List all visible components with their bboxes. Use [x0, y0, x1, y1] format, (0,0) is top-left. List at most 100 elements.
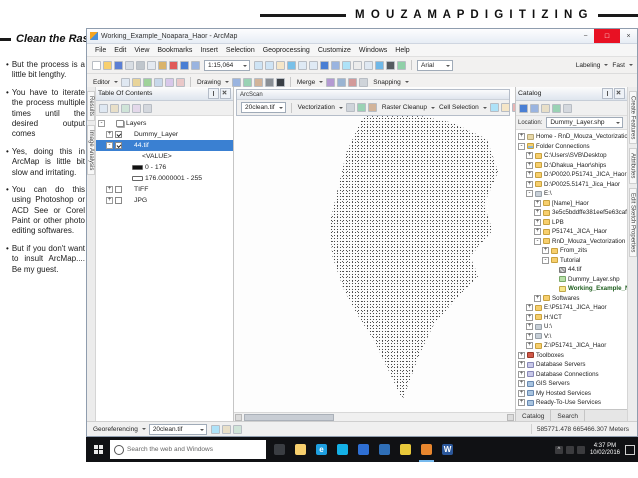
catalog-tree-item[interactable]: + V:\: [516, 332, 627, 342]
catalog-tree-item[interactable]: - RnD_Mouza_Vectorization: [516, 237, 627, 247]
save-icon[interactable]: [114, 60, 123, 70]
link-table-icon[interactable]: [221, 424, 231, 434]
print-icon[interactable]: [125, 60, 134, 70]
up-one-level-icon[interactable]: [541, 103, 550, 113]
toc-tree-item[interactable]: + TIFF: [96, 184, 233, 195]
redo-icon[interactable]: [191, 60, 200, 70]
arcmap-icon[interactable]: [416, 437, 437, 462]
catalog-tree-item[interactable]: + P51741_JICA_Haor: [516, 227, 627, 237]
layer-visibility-checkbox[interactable]: [115, 186, 122, 193]
vectorization-menu[interactable]: Vectorization: [295, 102, 344, 114]
store-icon[interactable]: [332, 437, 353, 462]
catalog-location-combo[interactable]: Dummy_Layer.shp: [546, 117, 623, 128]
expand-toggle[interactable]: -: [534, 237, 541, 245]
polygon-icon[interactable]: [242, 77, 252, 87]
word-icon[interactable]: W: [437, 437, 458, 462]
map-canvas[interactable]: ArcScan 20clean.tif Vectorization Raster…: [234, 87, 515, 422]
expand-toggle[interactable]: +: [534, 294, 541, 302]
menu-item[interactable]: File: [91, 47, 110, 54]
toc-tree-item[interactable]: 0 - 176: [96, 162, 233, 173]
expand-toggle[interactable]: +: [526, 152, 533, 160]
error-inspector-icon[interactable]: [348, 77, 358, 87]
georeferencing-menu[interactable]: Georeferencing: [90, 423, 147, 435]
toc-tree-item[interactable]: - Layers: [96, 118, 233, 129]
menu-item[interactable]: Help: [391, 47, 413, 54]
close-panel-icon[interactable]: [220, 88, 231, 99]
undo-icon[interactable]: [180, 60, 189, 70]
catalog-tree-item[interactable]: + Z:\P51741_JICA_Haor: [516, 341, 627, 351]
list-by-selection-icon[interactable]: [132, 103, 141, 113]
menu-item[interactable]: Edit: [110, 47, 130, 54]
catalog-tree-item[interactable]: + Toolboxes: [516, 351, 627, 361]
toc-tree-item[interactable]: + Dummy_Layer: [96, 129, 233, 140]
expand-toggle[interactable]: +: [518, 361, 525, 369]
start-button[interactable]: [86, 437, 110, 462]
cut-icon[interactable]: [136, 60, 145, 70]
catalog-tree-item[interactable]: + My Hosted Services: [516, 389, 627, 399]
catalog-tree-item[interactable]: + 3e5c5bddffe381eef5e63caf15bbb: [516, 208, 627, 218]
straight-segment-icon[interactable]: [142, 77, 152, 87]
catalog-tree-item[interactable]: + GIS Servers: [516, 379, 627, 389]
dock-tab[interactable]: Attributes: [628, 148, 637, 184]
select-features-icon[interactable]: [342, 60, 351, 70]
text-icon[interactable]: [275, 77, 285, 87]
network-icon[interactable]: [565, 445, 574, 454]
expand-toggle[interactable]: +: [542, 247, 549, 255]
catalog-tree-item[interactable]: + E:\P51741_JICA_Haor: [516, 303, 627, 313]
expand-toggle[interactable]: +: [518, 133, 525, 141]
catalog-tree-item[interactable]: + Database Connections: [516, 370, 627, 380]
measure-icon[interactable]: [397, 60, 406, 70]
expand-toggle[interactable]: +: [534, 209, 541, 217]
catalog-tree-item[interactable]: + From_zits: [516, 246, 627, 256]
raster-cleanup-menu[interactable]: Raster Cleanup: [379, 102, 436, 114]
circle-icon[interactable]: [253, 77, 263, 87]
clear-selection-icon[interactable]: [353, 60, 362, 70]
catalog-tree-item[interactable]: + U:\: [516, 322, 627, 332]
catalog-tree-item[interactable]: + Database Servers: [516, 360, 627, 370]
list-by-source-icon[interactable]: [110, 103, 119, 113]
taskbar-clock[interactable]: 4:37 PM 10/02/2016: [588, 443, 622, 457]
expand-toggle[interactable]: +: [534, 199, 541, 207]
expand-toggle[interactable]: +: [518, 389, 525, 397]
catalog-tree-item[interactable]: + H:\ICT: [516, 313, 627, 323]
open-map-icon[interactable]: [103, 60, 112, 70]
back-icon[interactable]: [519, 103, 528, 113]
catalog-tree-item[interactable]: + D:\P0020.P51741_JICA_Haor: [516, 170, 627, 180]
catalog-tree-item[interactable]: - E:\: [516, 189, 627, 199]
add-control-points-icon[interactable]: [210, 424, 220, 434]
fixed-zoom-out-icon[interactable]: [309, 60, 318, 70]
task-view-icon[interactable]: [269, 437, 290, 462]
scroll-left-arrow[interactable]: [235, 414, 242, 421]
expand-toggle[interactable]: +: [106, 197, 113, 204]
endpoint-arc-icon[interactable]: [153, 77, 163, 87]
catalog-tree-item[interactable]: Dummy_Layer.shp: [516, 275, 627, 285]
expand-toggle[interactable]: +: [526, 332, 533, 340]
layer-visibility-checkbox[interactable]: [115, 142, 122, 149]
dock-tab[interactable]: Image Analysis: [87, 125, 95, 176]
photos-icon[interactable]: [353, 437, 374, 462]
expand-toggle[interactable]: -: [98, 120, 105, 127]
layer-visibility-checkbox[interactable]: [115, 131, 122, 138]
expand-toggle[interactable]: +: [526, 161, 533, 169]
copy-icon[interactable]: [147, 60, 156, 70]
map-scale-combo[interactable]: 1:15,064: [204, 59, 250, 71]
font-combo[interactable]: Arial: [417, 59, 453, 71]
scroll-thumb[interactable]: [244, 414, 334, 421]
catalog-tree-item[interactable]: + Home - RnD_Mouza_Vectorization: [516, 132, 627, 142]
catalog-tree-item[interactable]: + D:\Dhakua_Haor\ships: [516, 161, 627, 171]
file-explorer-icon[interactable]: [290, 437, 311, 462]
toc-tree-item[interactable]: + JPG: [96, 195, 233, 206]
paste-icon[interactable]: [158, 60, 167, 70]
menu-item[interactable]: Customize: [314, 47, 355, 54]
expand-toggle[interactable]: +: [534, 228, 541, 236]
expand-toggle[interactable]: +: [526, 313, 533, 321]
delete-icon[interactable]: [169, 60, 178, 70]
chrome-icon[interactable]: [395, 437, 416, 462]
hidden-icons-chevron-icon[interactable]: ^: [554, 445, 563, 454]
toc-tree-item[interactable]: - 44.tif: [96, 140, 233, 151]
toc-tree-item[interactable]: <VALUE>: [96, 151, 233, 162]
catalog-tree-item[interactable]: Working_Example_Noapar...: [516, 284, 627, 294]
catalog-tree-item[interactable]: - Folder Connections: [516, 142, 627, 152]
identify-icon[interactable]: [375, 60, 384, 70]
arcmap-titlebar[interactable]: Working_Example_Noapara_Haor - ArcMap − □…: [87, 29, 637, 44]
